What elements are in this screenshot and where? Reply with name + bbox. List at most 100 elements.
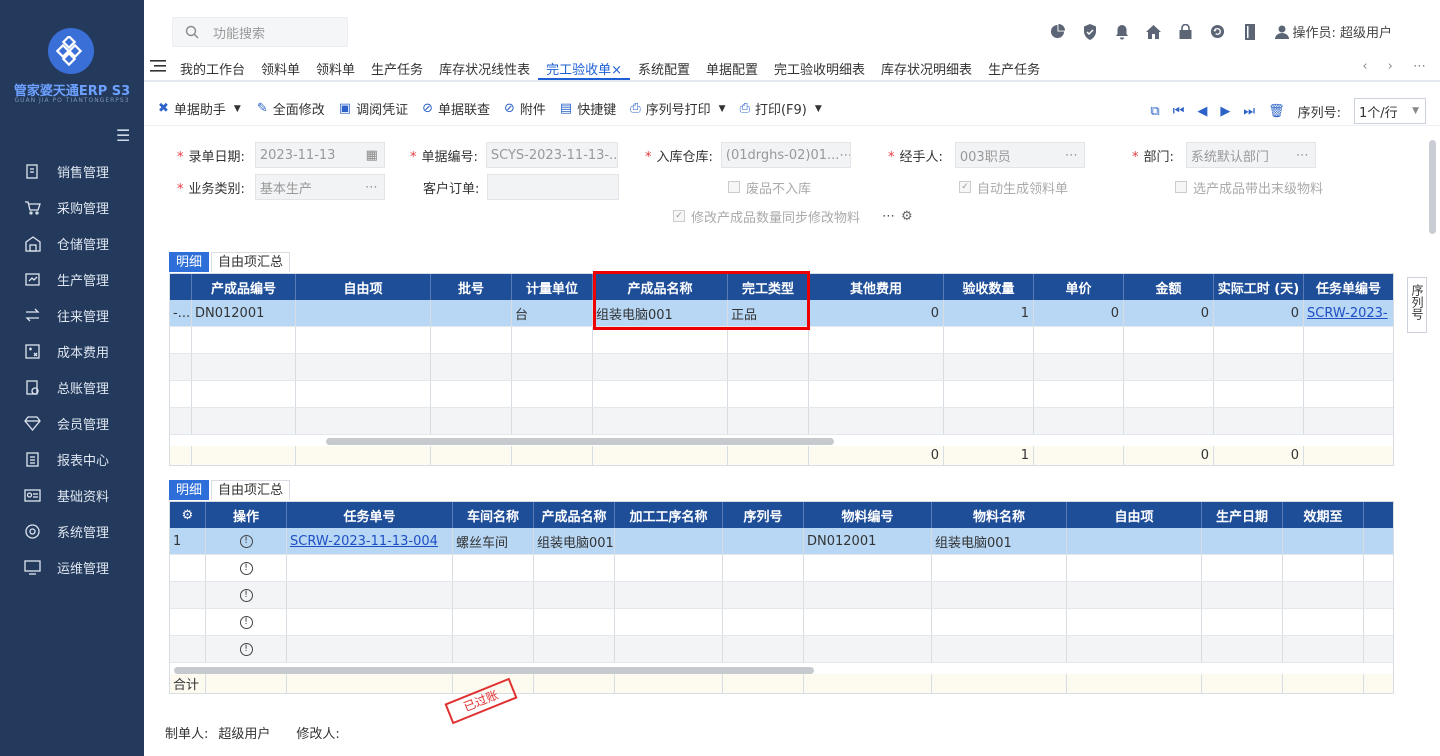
grid2-header-cell[interactable]: 加工工序名称 xyxy=(615,502,723,528)
tab-9[interactable]: 库存状况明细表 xyxy=(873,50,980,80)
table-row[interactable]: 1! SCRW-2023-11-13-004 螺丝车间 组装电脑001 DN012001… xyxy=(170,528,1393,555)
warehouse-field[interactable]: (01drghs-02)01...⋯ xyxy=(720,142,851,168)
table-row[interactable]: ! xyxy=(170,636,1393,663)
tab-8[interactable]: 完工验收明细表 xyxy=(766,50,873,80)
doc-assistant-button[interactable]: ✖ 单据助手 ▼ xyxy=(158,99,241,118)
calendar-icon[interactable]: ▦ xyxy=(366,148,378,163)
table-cell[interactable] xyxy=(287,555,453,581)
sidebar-item-7[interactable]: 会员管理 xyxy=(0,405,144,441)
sidebar-item-5[interactable]: 成本费用 xyxy=(0,333,144,369)
menu-toggle-icon[interactable] xyxy=(144,50,172,76)
tab-1[interactable]: 领料单 xyxy=(253,50,308,80)
tab-7[interactable]: 单据配置 xyxy=(698,50,766,80)
table-cell[interactable]: SCRW-2023- xyxy=(1304,300,1393,326)
grid1-header-cell[interactable]: 计量单位 xyxy=(512,274,593,300)
print-button[interactable]: ⎙ 打印(F9) ▼ xyxy=(740,99,822,118)
copy-icon[interactable]: ⧉ xyxy=(1150,104,1159,119)
grid1-header-cell[interactable]: 金额 xyxy=(1124,274,1214,300)
sidebar-item-6[interactable]: 总账管理 xyxy=(0,369,144,405)
grid2-header-cell[interactable]: 物料编号 xyxy=(804,502,932,528)
grid2-header-cell[interactable]: 车间名称 xyxy=(453,502,534,528)
tab-10[interactable]: 生产任务 xyxy=(980,50,1048,80)
next-record-icon[interactable]: ▶ xyxy=(1220,104,1230,119)
tab-5[interactable]: 完工验收单× xyxy=(538,50,630,80)
sync-qty-checkbox[interactable]: ✓ 修改产成品数量同步修改物料 xyxy=(673,207,860,226)
pie-chart-icon[interactable] xyxy=(1049,23,1066,40)
table-row[interactable]: 0100 xyxy=(170,446,1393,465)
prev-record-icon[interactable]: ◀ xyxy=(1197,104,1207,119)
grid1-header-cell[interactable]: 任务单编号 xyxy=(1304,274,1393,300)
table-row[interactable] xyxy=(170,408,1393,435)
more-icon[interactable]: ⋯ xyxy=(1065,148,1078,163)
table-row[interactable] xyxy=(170,381,1393,408)
grid2-header-cell[interactable]: 物料名称 xyxy=(932,502,1067,528)
tab-4[interactable]: 库存状况线性表 xyxy=(431,50,538,80)
material-grid-hscroll[interactable] xyxy=(174,667,814,674)
grid2-header-cell[interactable]: 产成品名称 xyxy=(534,502,615,528)
customer-order-field[interactable] xyxy=(487,174,620,200)
tab-2[interactable]: 领料单 xyxy=(308,50,363,80)
sidebar-item-8[interactable]: 报表中心 xyxy=(0,441,144,477)
info-icon[interactable]: ! xyxy=(239,642,253,656)
book-icon[interactable] xyxy=(1241,23,1258,40)
attachment-button[interactable]: ⊘ 附件 xyxy=(504,99,546,118)
grid1-header-cell[interactable]: 自由项 xyxy=(296,274,431,300)
grid2-tab-1[interactable]: 自由项汇总 xyxy=(211,480,291,500)
grid2-header-cell[interactable]: 序列号 xyxy=(723,502,804,528)
select-last-checkbox[interactable]: 选产成品带出末级物料 xyxy=(1175,178,1323,197)
table-row[interactable] xyxy=(170,327,1393,354)
refresh-icon[interactable] xyxy=(1209,23,1226,40)
close-icon[interactable]: × xyxy=(611,63,622,78)
grid1-tab-0[interactable]: 明细 xyxy=(169,252,210,272)
grid2-tab-0[interactable]: 明细 xyxy=(169,480,210,500)
tab-6[interactable]: 系统配置 xyxy=(630,50,698,80)
more-options-icon[interactable]: ⋯ xyxy=(882,209,895,224)
sidebar-item-2[interactable]: 仓储管理 xyxy=(0,225,144,261)
tab-nav-arrows[interactable]: ‹ › ⋯ xyxy=(1362,59,1434,74)
biz-type-field[interactable]: 基本生产 ⋯ xyxy=(254,174,385,200)
waste-checkbox[interactable]: 废品不入库 xyxy=(728,178,811,197)
grid1-header-cell[interactable]: 实际工时 (天) xyxy=(1214,274,1304,300)
more-icon[interactable]: ⋯ xyxy=(365,180,378,195)
full-edit-button[interactable]: ✎ 全面修改 xyxy=(257,99,325,118)
shortcut-button[interactable]: ▤ 快捷键 xyxy=(560,99,616,118)
info-icon[interactable]: ! xyxy=(239,561,253,575)
delete-icon[interactable]: 🗑 xyxy=(1268,104,1285,119)
doc-no-field[interactable]: SCYS-2023-11-13-... xyxy=(485,142,618,168)
date-field[interactable]: 2023-11-13 ▦ xyxy=(254,142,385,168)
auto-pick-checkbox[interactable]: ✓ 自动生成领料单 xyxy=(959,178,1068,197)
more-icon[interactable]: ⋯ xyxy=(1296,148,1309,163)
user-menu[interactable]: 操作员: 超级用户 xyxy=(1275,22,1392,41)
table-row[interactable]: 合计 xyxy=(170,674,1393,693)
serial-print-button[interactable]: ⎙ 序列号打印 ▼ xyxy=(630,99,725,118)
more-icon[interactable]: ⋯ xyxy=(839,148,850,163)
first-record-icon[interactable]: ⏮ xyxy=(1173,104,1185,119)
info-icon[interactable]: ! xyxy=(239,588,253,602)
view-voucher-button[interactable]: ▣ 调阅凭证 xyxy=(339,99,408,118)
settings-icon[interactable]: ⚙ xyxy=(901,209,913,224)
last-record-icon[interactable]: ⏭ xyxy=(1243,104,1255,119)
table-row[interactable]: ! xyxy=(170,555,1393,582)
doc-link-button[interactable]: ⊘ 单据联查 xyxy=(422,99,490,118)
table-row[interactable] xyxy=(170,354,1393,381)
tab-0[interactable]: 我的工作台 xyxy=(172,50,253,80)
table-row[interactable]: ! xyxy=(170,609,1393,636)
settings-icon[interactable]: ⚙ xyxy=(170,502,206,528)
serial-side-tab[interactable]: 序列号 xyxy=(1407,277,1427,333)
form-scrollbar[interactable] xyxy=(1429,140,1436,234)
sidebar-item-0[interactable]: 销售管理 xyxy=(0,153,144,189)
sidebar-item-11[interactable]: 运维管理 xyxy=(0,549,144,585)
table-cell[interactable] xyxy=(287,582,453,608)
sidebar-item-1[interactable]: 采购管理 xyxy=(0,189,144,225)
search-input[interactable]: 功能搜索 xyxy=(172,17,348,47)
grid1-header-cell[interactable]: 其他费用 xyxy=(809,274,944,300)
bell-icon[interactable] xyxy=(1113,23,1130,40)
grid1-header-cell[interactable]: 单价 xyxy=(1034,274,1124,300)
info-icon[interactable]: ! xyxy=(239,615,253,629)
grid2-header-cell[interactable]: 效期至 xyxy=(1283,502,1364,528)
grid1-header-cell[interactable]: 产成品编号 xyxy=(192,274,296,300)
seq-select[interactable]: 1个/行 ▼ xyxy=(1354,98,1426,124)
shield-icon[interactable] xyxy=(1081,23,1098,40)
grid1-tab-1[interactable]: 自由项汇总 xyxy=(211,252,291,272)
table-cell[interactable]: SCRW-2023-11-13-004 xyxy=(287,528,453,554)
